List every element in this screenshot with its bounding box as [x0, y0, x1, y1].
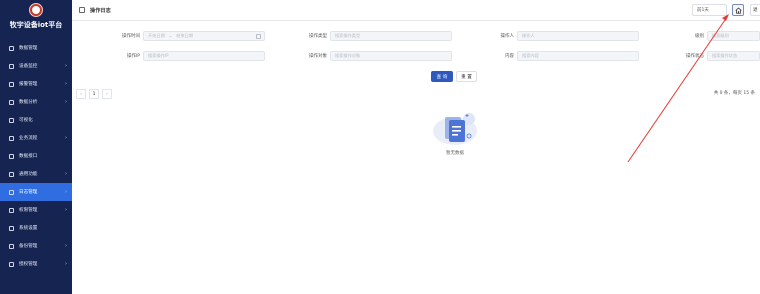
days-select[interactable]: 前1天 — [692, 4, 727, 16]
cloud-icon — [9, 153, 14, 159]
chevron-right-icon: › — [65, 261, 67, 267]
prev-page-button[interactable]: ‹ — [76, 89, 86, 99]
lock-icon — [9, 207, 14, 213]
filter-operator-label: 操作人 — [500, 34, 515, 39]
filter-object-label: 操作对象 — [309, 54, 327, 59]
sidebar-item-backup-management[interactable]: 备份管理 › — [0, 237, 72, 255]
app-logo — [29, 3, 43, 17]
filter-ip: 操作IP 搜索操作IP — [116, 51, 265, 61]
operation-object-input[interactable]: 搜索操作对象 — [330, 51, 452, 61]
sidebar-item-business-process[interactable]: 业务流程 › — [0, 129, 72, 147]
sidebar-item-data-analysis[interactable]: 数据分析 › — [0, 93, 72, 111]
chevron-right-icon: › — [65, 81, 67, 87]
brand: 牧宇设备iot平台 — [0, 0, 72, 34]
sidebar-item-data-interface[interactable]: 数据接口 — [0, 147, 72, 165]
page-number-button[interactable]: 1 — [89, 89, 99, 99]
app-title: 牧宇设备iot平台 — [9, 21, 63, 29]
status-input[interactable]: 搜索操作状态 — [707, 51, 760, 61]
chevron-right-icon: › — [65, 171, 67, 177]
chevron-right-icon: › — [65, 243, 67, 249]
filter-type: 操作类型 搜索操作类型 — [300, 31, 452, 41]
apps-icon — [9, 171, 14, 177]
sidebar-item-system-settings[interactable]: 系统设置 — [0, 219, 72, 237]
filter-ip-label: 操作IP — [126, 54, 140, 59]
key-icon — [9, 261, 14, 267]
screen-icon — [9, 117, 14, 123]
total-count: 共 0 条，每页 15 条 — [713, 91, 755, 96]
settings-icon — [9, 225, 14, 231]
operator-input[interactable]: 操作人 — [517, 31, 639, 41]
filter-panel: 操作时间 开始日期 ~ 结束日期 操作类型 搜索操作类型 操作人 操作人 级别 … — [72, 21, 760, 86]
calendar-icon — [256, 33, 261, 39]
backup-icon — [9, 243, 14, 249]
log-icon — [9, 189, 14, 195]
empty-state: 暂无数据 — [427, 109, 483, 156]
page-title: 操作日志 — [90, 7, 111, 14]
filter-status-label: 操作状态 — [686, 54, 704, 59]
gear-icon — [9, 63, 14, 69]
filter-content: 内容 搜索内容 — [492, 51, 639, 61]
header-actions: 前1天 退 — [692, 4, 760, 16]
pagination: ‹ 1 › — [76, 89, 115, 99]
filter-status: 操作状态 搜索操作状态 — [680, 51, 760, 61]
chevron-right-icon: › — [65, 63, 67, 69]
end-date-placeholder: 结束日期 — [176, 33, 194, 38]
operation-type-input[interactable]: 搜索操作类型 — [330, 31, 452, 41]
sidebar-menu: 数据管理 设备监控 › 报警管理 › 数据分析 › 可视化 业务流程 › 数据接口 通用… — [0, 39, 72, 273]
filter-time-label: 操作时间 — [122, 34, 140, 39]
home-button[interactable] — [732, 4, 744, 16]
date-range-input[interactable]: 开始日期 ~ 结束日期 — [143, 31, 265, 41]
sidebar-item-device-monitor[interactable]: 设备监控 › — [0, 57, 72, 75]
sidebar-item-common-functions[interactable]: 通用功能 › — [0, 165, 72, 183]
chart-icon — [9, 99, 14, 105]
chevron-right-icon: › — [65, 207, 67, 213]
document-icon — [79, 7, 85, 13]
home-icon — [734, 7, 742, 14]
sidebar-item-permission-management[interactable]: 权限管理 › — [0, 201, 72, 219]
chevron-right-icon: › — [65, 99, 67, 105]
alarm-icon — [9, 81, 14, 87]
sidebar-item-log-management[interactable]: 日志管理 › — [0, 183, 72, 201]
log-table-area: ‹ 1 › 共 0 条，每页 15 条 暂无数据 — [72, 86, 760, 294]
sidebar-item-license-management[interactable]: 授权管理 › — [0, 255, 72, 273]
content-input[interactable]: 搜索内容 — [517, 51, 639, 61]
ip-input[interactable]: 搜索操作IP — [143, 51, 265, 61]
empty-data-illustration — [433, 113, 477, 145]
sidebar-item-data-management[interactable]: 数据管理 — [0, 39, 72, 57]
flow-icon — [9, 135, 14, 141]
sidebar-item-visualization[interactable]: 可视化 — [0, 111, 72, 129]
filter-operator: 操作人 操作人 — [492, 31, 639, 41]
next-page-button[interactable]: › — [102, 89, 112, 99]
exit-button[interactable]: 退 — [750, 4, 760, 16]
start-date-placeholder: 开始日期 — [148, 33, 165, 38]
query-button[interactable]: 查 询 — [431, 71, 453, 82]
filter-type-label: 操作类型 — [309, 34, 327, 39]
filter-level: 级别 搜索级别 — [680, 31, 760, 41]
filter-object: 操作对象 搜索操作对象 — [300, 51, 452, 61]
chevron-right-icon: › — [65, 189, 67, 195]
filter-time: 操作时间 开始日期 ~ 结束日期 — [116, 31, 265, 41]
filter-level-label: 级别 — [695, 34, 704, 39]
sidebar: 牧宇设备iot平台 数据管理 设备监控 › 报警管理 › 数据分析 › 可视化 业务流… — [0, 0, 72, 294]
monitor-icon — [9, 45, 14, 51]
chevron-right-icon: › — [65, 135, 67, 141]
empty-text: 暂无数据 — [446, 151, 464, 156]
filter-content-label: 内容 — [505, 54, 514, 59]
page-header: 操作日志 前1天 退 — [72, 0, 760, 21]
sidebar-item-alarm-management[interactable]: 报警管理 › — [0, 75, 72, 93]
reset-button[interactable]: 重 置 — [456, 71, 477, 82]
level-input[interactable]: 搜索级别 — [707, 31, 760, 41]
